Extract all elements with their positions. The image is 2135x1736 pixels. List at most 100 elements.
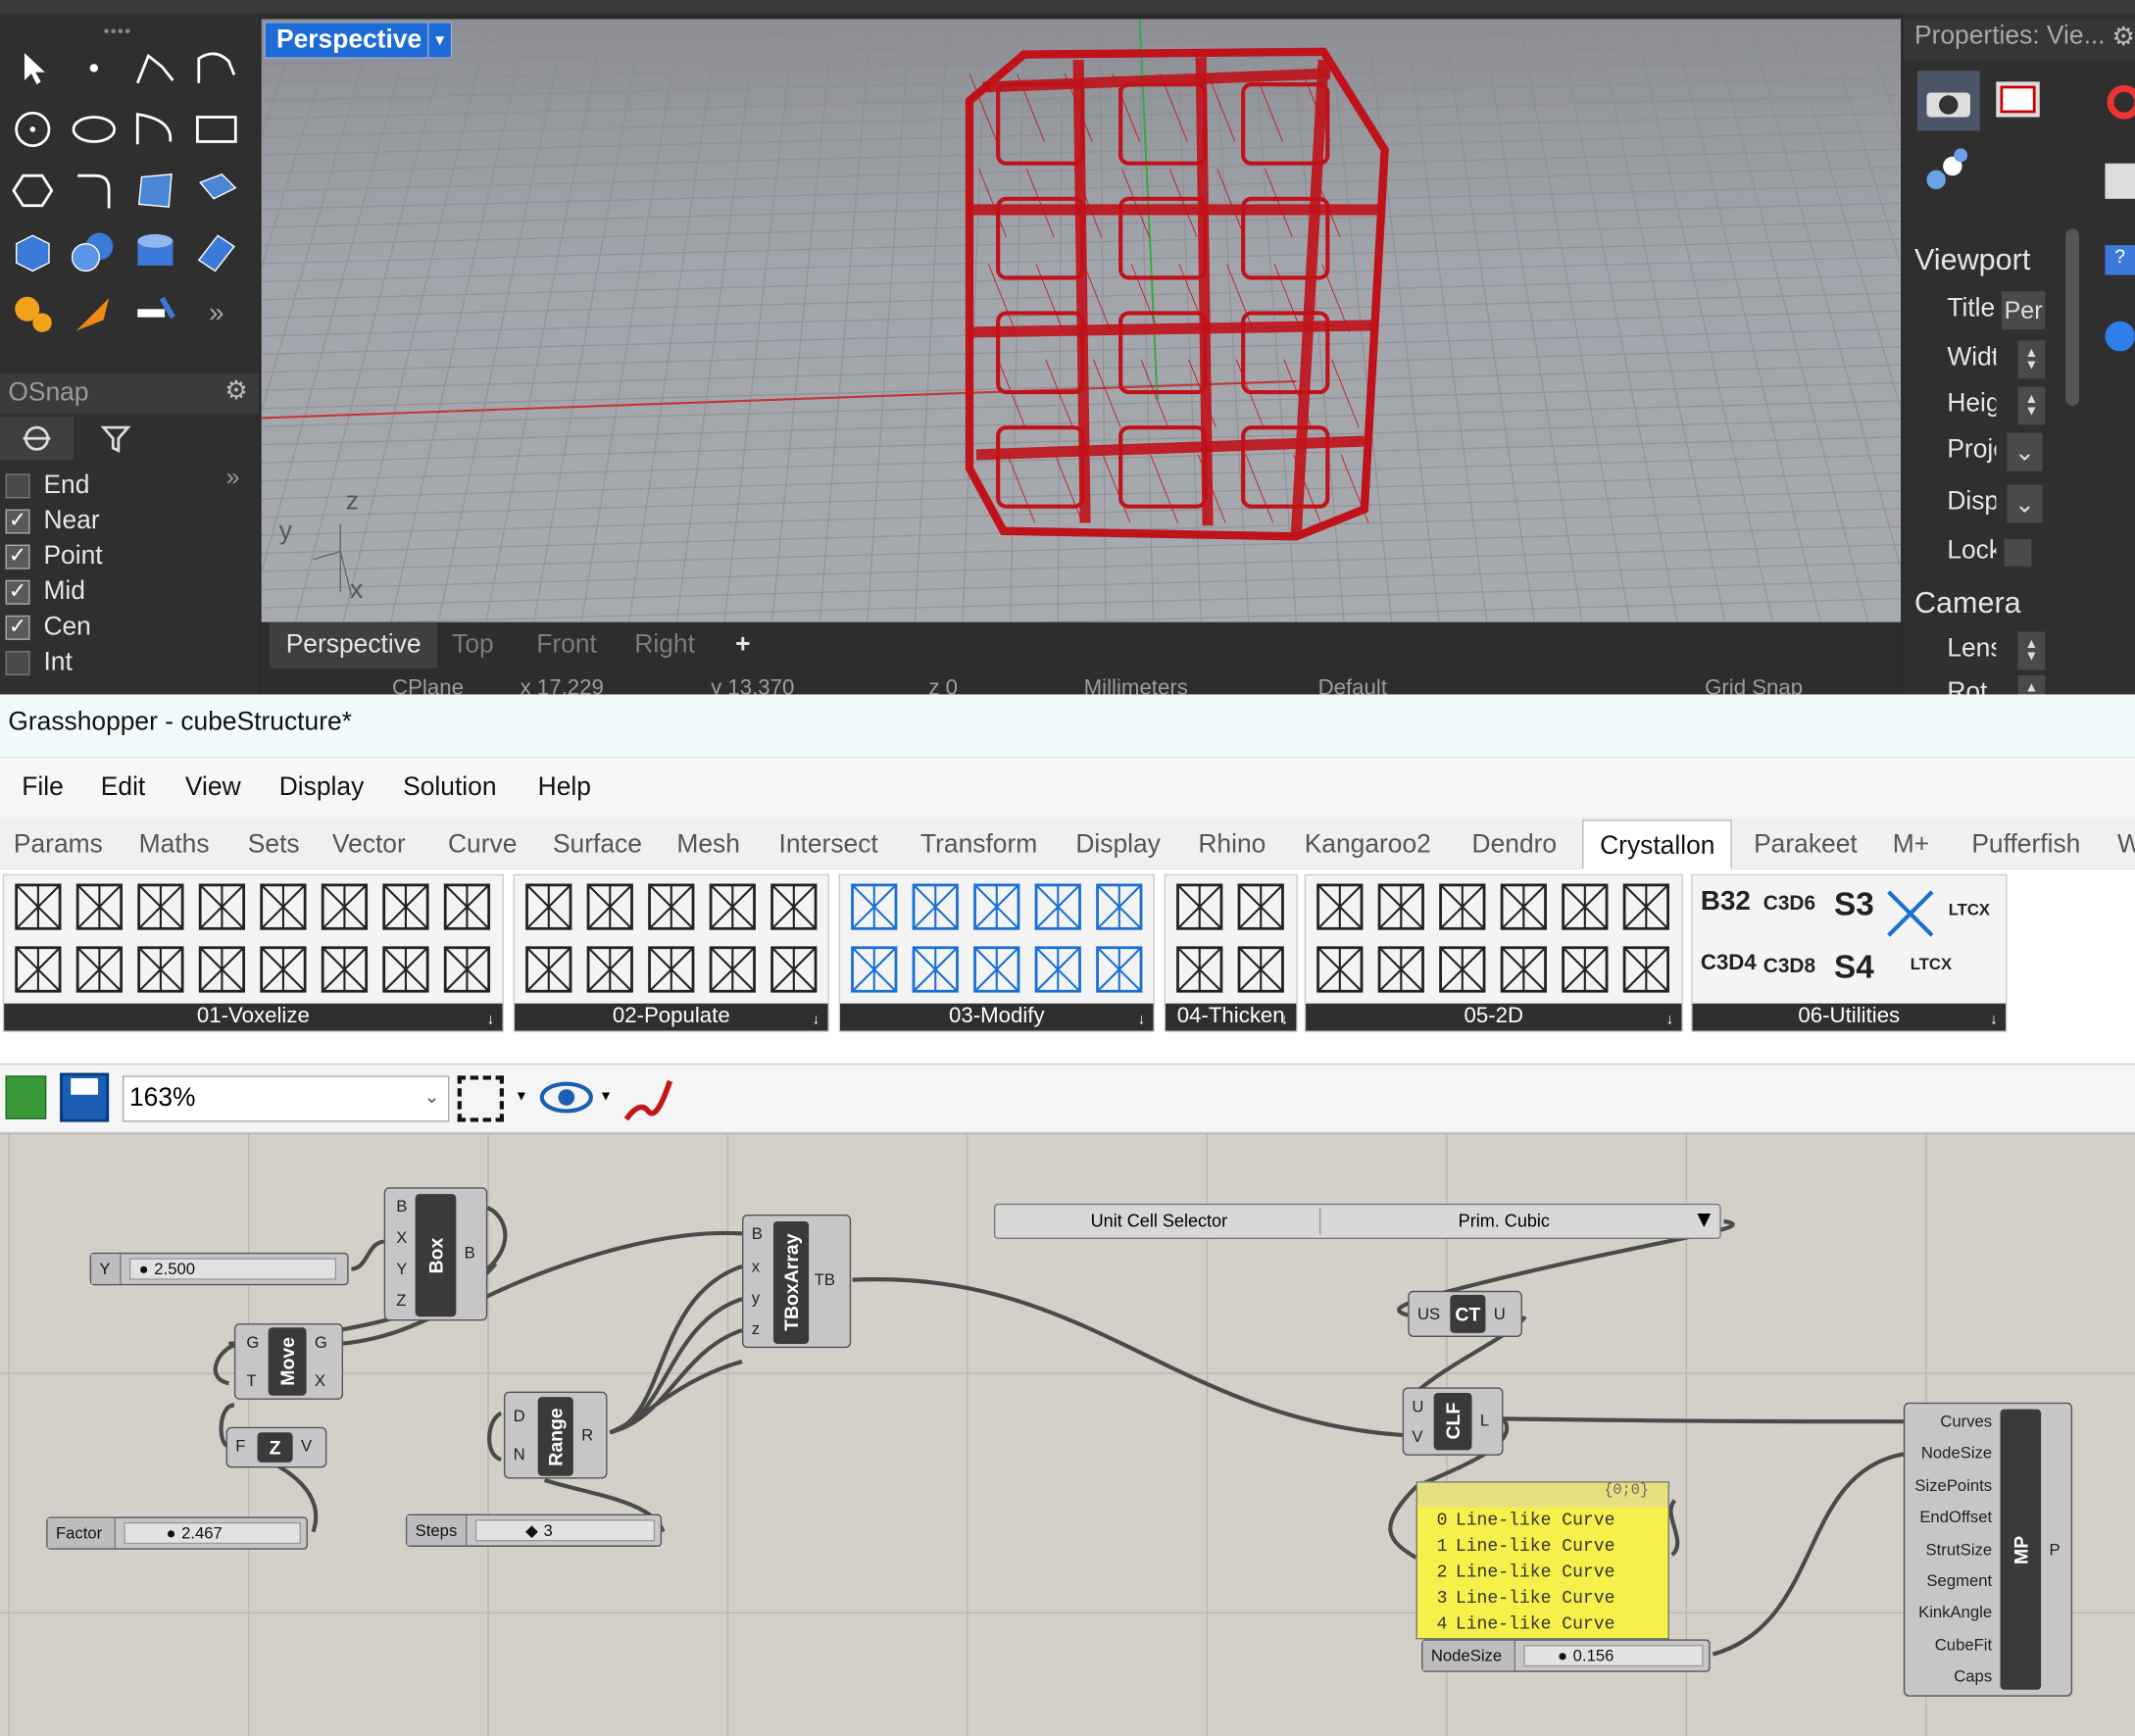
expand-arrow-icon[interactable]: ↓ xyxy=(813,1012,820,1028)
chevron-down-icon[interactable]: ▼ xyxy=(515,1089,528,1104)
component-icon[interactable] xyxy=(768,944,819,996)
gh-canvas[interactable]: Box B X Y Z B Move G T G X Z F V Range D… xyxy=(0,1132,2135,1736)
property-field[interactable]: ▲▼ xyxy=(2017,631,2046,670)
component-icon[interactable] xyxy=(1559,881,1611,933)
expand-arrow-icon[interactable]: ↓ xyxy=(1665,1012,1673,1028)
expand-arrow-icon[interactable]: ↓ xyxy=(1138,1012,1146,1028)
sketch-pen-icon[interactable] xyxy=(621,1073,675,1132)
view-tab[interactable]: Right xyxy=(619,622,712,669)
component-icon[interactable] xyxy=(1235,881,1287,933)
transform-gears-icon[interactable] xyxy=(6,286,61,341)
component-icon[interactable] xyxy=(522,881,574,933)
panel-grip[interactable]: •••• xyxy=(104,22,132,40)
component-icon[interactable] xyxy=(1032,944,1084,996)
component-icon[interactable] xyxy=(1093,881,1145,933)
factor-slider[interactable]: Factor ● 2.467 xyxy=(46,1516,308,1550)
save-file-icon[interactable] xyxy=(60,1072,110,1122)
menu-item[interactable]: Display xyxy=(279,773,365,804)
menu-item[interactable]: Edit xyxy=(101,773,145,804)
component-icon[interactable] xyxy=(1235,944,1287,996)
input-x[interactable]: X xyxy=(396,1228,407,1247)
component-tab[interactable]: M+ xyxy=(1893,830,1929,861)
input-us[interactable]: US xyxy=(1417,1305,1440,1323)
component-tab[interactable]: Params xyxy=(14,830,103,861)
component-tab[interactable]: Surface xyxy=(553,830,642,861)
input-u[interactable]: U xyxy=(1412,1397,1423,1415)
output-u[interactable]: U xyxy=(1494,1305,1506,1323)
spinner-icon[interactable]: ▲▼ xyxy=(2025,393,2039,419)
perspective-viewport[interactable] xyxy=(261,19,1902,622)
rectangle-icon[interactable] xyxy=(189,102,244,157)
component-tab[interactable]: Curve xyxy=(448,830,517,861)
zoom-extents-icon[interactable] xyxy=(457,1075,504,1122)
view-tab[interactable]: Front xyxy=(521,622,614,669)
mp-component[interactable]: MP P Curves NodeSize SizePoints EndOffset St… xyxy=(1903,1402,2073,1697)
osnap-item[interactable]: ✓ Near xyxy=(0,504,259,539)
component-icon[interactable] xyxy=(970,944,1022,996)
input-z[interactable]: z xyxy=(752,1319,760,1338)
component-icon[interactable] xyxy=(1375,881,1427,933)
point-icon[interactable] xyxy=(67,41,122,96)
dimension-icon[interactable] xyxy=(128,286,183,341)
monitor-icon[interactable] xyxy=(2105,163,2135,199)
component-tab[interactable]: Rhino xyxy=(1198,830,1266,861)
component-icon[interactable] xyxy=(1498,944,1550,996)
component-tab[interactable]: Transform xyxy=(920,830,1037,861)
output-transform[interactable]: X xyxy=(315,1371,325,1390)
ellipse-icon[interactable] xyxy=(67,102,122,157)
camera-icon[interactable] xyxy=(1916,71,1980,131)
utility-label[interactable]: C3D8 xyxy=(1763,955,1815,978)
ct-component[interactable]: CT US U xyxy=(1408,1290,1522,1338)
ribbon-group-label[interactable]: 04-Thicken xyxy=(1166,1003,1297,1031)
zoom-select[interactable]: 163% ⌄ xyxy=(123,1075,450,1122)
input-translation[interactable]: T xyxy=(246,1371,256,1390)
mp-input[interactable]: Caps xyxy=(1954,1666,1992,1685)
steps-slider-track[interactable]: ◆ 3 xyxy=(474,1519,656,1542)
property-field[interactable] xyxy=(2004,539,2032,567)
component-icon[interactable] xyxy=(645,944,697,996)
component-icon[interactable] xyxy=(645,881,697,933)
component-icon[interactable] xyxy=(74,944,125,996)
clf-component[interactable]: CLF U V L xyxy=(1402,1387,1504,1456)
display-mode-icon[interactable] xyxy=(1991,76,2046,123)
component-tab[interactable]: Intersect xyxy=(779,830,878,861)
mp-input[interactable]: CubeFit xyxy=(1935,1635,1992,1654)
polygon-icon[interactable] xyxy=(6,164,61,219)
component-tab[interactable]: Vector xyxy=(332,830,406,861)
component-icon[interactable] xyxy=(135,944,187,996)
utility-label[interactable]: B32 xyxy=(1701,886,1751,918)
properties-scrollbar[interactable] xyxy=(2065,228,2080,406)
mp-input[interactable]: KinkAngle xyxy=(1918,1603,1992,1621)
input-z[interactable]: Z xyxy=(396,1291,406,1310)
component-icon[interactable] xyxy=(380,944,432,996)
spinner-icon[interactable]: ▲▼ xyxy=(2025,347,2039,372)
component-tab[interactable]: Display xyxy=(1075,830,1161,861)
expand-arrow-icon[interactable]: ↓ xyxy=(1990,1012,1998,1028)
box-component[interactable]: Box B X Y Z B xyxy=(383,1187,488,1321)
checkbox[interactable] xyxy=(5,650,30,675)
ribbon-group-label[interactable]: 03-Modify xyxy=(840,1003,1154,1031)
color-wheel-icon[interactable] xyxy=(2105,81,2135,123)
surface-points-icon[interactable] xyxy=(128,164,183,219)
mesh-plane-icon[interactable] xyxy=(189,224,244,279)
component-icon[interactable] xyxy=(13,881,65,933)
chevron-down-icon[interactable]: ⌄ xyxy=(2014,438,2035,467)
sphere-icon[interactable] xyxy=(67,224,122,279)
component-icon[interactable] xyxy=(13,944,65,996)
input-x[interactable]: x xyxy=(752,1257,760,1275)
component-tab[interactable]: Sets xyxy=(248,830,300,861)
component-icon[interactable] xyxy=(522,944,574,996)
chevron-down-icon[interactable]: ⌄ xyxy=(2014,489,2035,518)
property-field[interactable]: ▲▼ xyxy=(2017,340,2046,379)
move-component[interactable]: Move G T G X xyxy=(233,1323,344,1400)
component-tab[interactable]: Pufferfish xyxy=(1971,830,2080,861)
osnap-item[interactable]: End xyxy=(0,469,259,504)
component-tab[interactable]: Mesh xyxy=(676,830,740,861)
viewport-title-tab[interactable]: Perspective xyxy=(264,22,434,59)
component-icon[interactable] xyxy=(196,944,248,996)
unit-cell-selector[interactable]: Unit Cell Selector Prim. Cubic ▼ xyxy=(993,1203,1721,1240)
box-solid-icon[interactable] xyxy=(6,224,61,279)
expand-arrow-icon[interactable]: ↓ xyxy=(1280,1012,1288,1028)
component-icon[interactable] xyxy=(768,881,819,933)
component-tab[interactable]: Crystallon xyxy=(1582,819,1733,871)
